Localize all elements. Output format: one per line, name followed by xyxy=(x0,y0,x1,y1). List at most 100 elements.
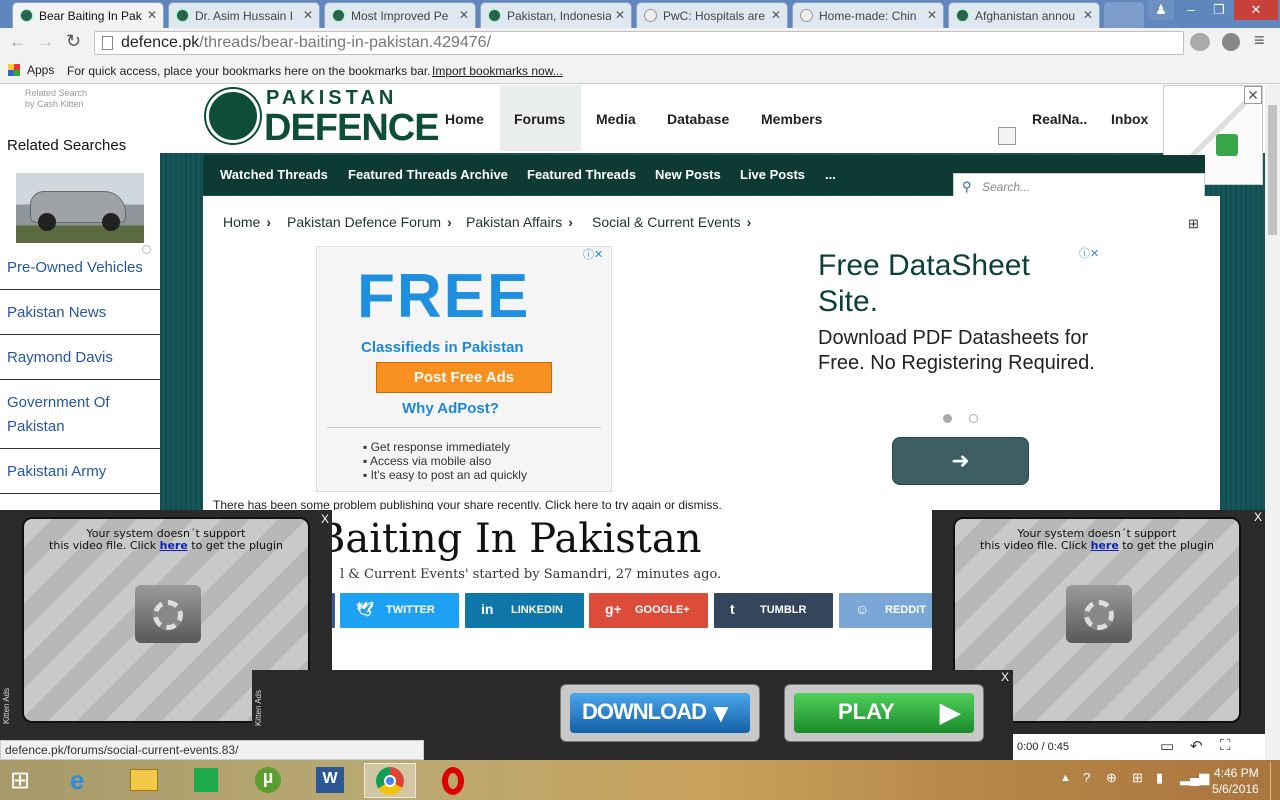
datasheet-ad[interactable]: ⓘ✕ Free DataSheet Site. Download PDF Dat… xyxy=(803,246,1113,492)
new-tab-button[interactable] xyxy=(1104,2,1144,28)
breadcrumb-social-current-events[interactable]: Social & Current Events › xyxy=(592,214,751,230)
clock-time[interactable]: 4:46 PM xyxy=(1214,766,1259,780)
tray-chevron-icon[interactable]: ▲ xyxy=(1060,772,1071,784)
google-plus-share-button[interactable]: g+ GOOGLE+ xyxy=(589,593,708,628)
plugin-here-link[interactable]: here xyxy=(160,539,188,552)
subnav-featured-threads-archive[interactable]: Featured Threads Archive xyxy=(348,167,508,182)
close-bottom-ad-button[interactable]: X xyxy=(1001,670,1009,684)
tumblr-share-button[interactable]: t TUMBLR xyxy=(714,593,833,628)
page-scrollbar[interactable] xyxy=(1265,85,1280,510)
reload-icon[interactable]: ↻ xyxy=(66,31,81,52)
nav-forums[interactable]: Forums xyxy=(514,111,565,127)
reddit-share-button[interactable]: ☺ REDDIT xyxy=(839,593,932,628)
close-tab-icon[interactable]: ✕ xyxy=(771,8,781,22)
user-account-link[interactable]: RealNa.. xyxy=(1032,111,1087,127)
related-link-raymond-davis[interactable]: Raymond Davis xyxy=(7,349,113,366)
network-globe-icon[interactable]: ⊕ xyxy=(1106,770,1117,786)
close-tab-icon[interactable]: ✕ xyxy=(927,8,937,22)
help-tray-icon[interactable]: ? xyxy=(1083,770,1090,785)
address-bar[interactable]: defence.pk/threads/bear-baiting-in-pakis… xyxy=(94,31,1184,55)
nav-members[interactable]: Members xyxy=(761,111,822,127)
close-tab-icon[interactable]: ✕ xyxy=(459,8,469,22)
nav-database[interactable]: Database xyxy=(667,111,729,127)
carousel-dot[interactable] xyxy=(969,414,978,423)
back-icon[interactable]: ← xyxy=(9,32,26,52)
show-desktop-button[interactable] xyxy=(1270,762,1280,800)
ad-datasheet-title[interactable]: Free DataSheet Site. xyxy=(818,248,1088,320)
clock-date[interactable]: 5/6/2016 xyxy=(1212,782,1259,796)
suv-thumbnail-image[interactable] xyxy=(16,173,144,243)
related-link-government-of-pakistan[interactable]: Government Of xyxy=(7,394,110,411)
close-tab-icon[interactable]: ✕ xyxy=(615,8,625,22)
download-button[interactable]: DOWNLOAD ▼ xyxy=(560,684,760,742)
battery-icon[interactable]: ▮ xyxy=(1156,770,1163,786)
close-video-popup-button[interactable]: X xyxy=(321,512,329,526)
opera-icon[interactable] xyxy=(428,763,480,798)
tab-pakistan-indonesia[interactable]: Pakistan, Indonesia ✕ xyxy=(480,2,632,28)
twitter-share-button[interactable]: 🕊 TWITTER xyxy=(340,593,459,628)
nav-home[interactable]: Home xyxy=(445,111,484,127)
extension-icon[interactable] xyxy=(1190,33,1210,51)
pwc-favicon-icon xyxy=(644,9,657,22)
sitemap-icon[interactable]: ⊞ xyxy=(1188,216,1199,232)
pakistan-defence-emblem-icon[interactable] xyxy=(206,89,260,143)
extension-gear-icon[interactable] xyxy=(1222,33,1240,51)
chrome-taskbar-icon[interactable] xyxy=(364,763,416,798)
tab-most-improved[interactable]: Most Improved Pe ✕ xyxy=(324,2,476,28)
related-link-pre-owned-vehicles[interactable]: Pre-Owned Vehicles xyxy=(7,259,143,276)
related-link-government-of-pakistan-line2[interactable]: Pakistan xyxy=(7,418,65,435)
breadcrumb-pakistan-affairs[interactable]: Pakistan Affairs › xyxy=(466,214,573,230)
logo-bottom-text[interactable]: DEFENCE xyxy=(264,107,440,150)
ad-choices-icon[interactable]: ⓘ✕ xyxy=(583,246,603,262)
replay-icon[interactable]: ↶ xyxy=(1190,737,1203,755)
carousel-dot-active[interactable] xyxy=(943,414,952,423)
tab-afghanistan[interactable]: Afghanistan annou ✕ xyxy=(948,2,1100,28)
subnav-more[interactable]: ... xyxy=(825,167,836,182)
word-icon[interactable]: W xyxy=(304,763,356,798)
post-free-ads-button[interactable]: Post Free Ads xyxy=(376,362,552,393)
tab-asim-hussain[interactable]: Dr. Asim Hussain I ✕ xyxy=(168,2,320,28)
inbox-link[interactable]: Inbox xyxy=(1111,111,1148,127)
flag-tray-icon[interactable]: ⊞ xyxy=(1132,770,1143,786)
ad-go-arrow-button[interactable]: ➜ xyxy=(892,437,1029,485)
fullscreen-icon[interactable]: ⛶ xyxy=(1220,737,1231,754)
play-button[interactable]: PLAY ▶ xyxy=(784,684,984,742)
tab-bear-baiting[interactable]: Bear Baiting In Pak ✕ xyxy=(12,2,164,28)
forward-icon[interactable]: → xyxy=(37,32,54,52)
close-tab-icon[interactable]: ✕ xyxy=(1083,8,1093,22)
menu-icon[interactable]: ≡ xyxy=(1254,30,1265,51)
internet-explorer-icon[interactable]: e xyxy=(56,763,108,798)
wifi-signal-icon[interactable]: ▂▄▆ xyxy=(1180,770,1209,786)
subnav-new-posts[interactable]: New Posts xyxy=(655,167,721,182)
minimize-button[interactable]: ‒ xyxy=(1178,0,1204,20)
linkedin-share-button[interactable]: in LINKEDIN xyxy=(465,593,584,628)
peel-ad-close-button[interactable]: ✕ xyxy=(1244,86,1262,104)
subnav-watched-threads[interactable]: Watched Threads xyxy=(220,167,328,182)
subnav-featured-threads[interactable]: Featured Threads xyxy=(527,167,636,182)
utorrent-icon[interactable]: µ xyxy=(242,763,294,798)
close-tab-icon[interactable]: ✕ xyxy=(303,8,313,22)
nav-media[interactable]: Media xyxy=(596,111,636,127)
windows-start-icon[interactable]: ⊞ xyxy=(10,766,30,795)
plugin-here-link[interactable]: here xyxy=(1091,539,1119,552)
pip-icon[interactable]: ▭ xyxy=(1160,737,1174,755)
related-link-pakistani-army[interactable]: Pakistani Army xyxy=(7,463,106,480)
import-bookmarks-link[interactable]: Import bookmarks now... xyxy=(432,64,563,78)
related-link-pakistan-news[interactable]: Pakistan News xyxy=(7,304,106,321)
apps-link[interactable]: Apps xyxy=(27,63,54,77)
breadcrumb-pakistan-defence-forum[interactable]: Pakistan Defence Forum › xyxy=(287,214,452,230)
windows-store-icon[interactable] xyxy=(180,763,232,798)
tab-pwc-hospitals[interactable]: PwC: Hospitals are ✕ xyxy=(636,2,788,28)
ad-info-icon[interactable] xyxy=(142,245,151,254)
breadcrumb-home[interactable]: Home › xyxy=(223,214,271,230)
subnav-live-posts[interactable]: Live Posts xyxy=(740,167,805,182)
file-explorer-icon[interactable] xyxy=(118,763,170,798)
close-tab-icon[interactable]: ✕ xyxy=(147,8,157,22)
profile-icon[interactable]: ♟ xyxy=(1148,0,1174,20)
restore-button[interactable]: ❐ xyxy=(1206,0,1232,20)
adpost-ad[interactable]: ⓘ✕ FREE Classifieds in Pakistan Post Fre… xyxy=(316,246,612,492)
tab-home-made[interactable]: Home-made: Chin ✕ xyxy=(792,2,944,28)
page-scrollbar-lower[interactable] xyxy=(1265,510,1280,760)
close-window-button[interactable]: ✕ xyxy=(1234,0,1278,20)
close-video-popup-button[interactable]: X xyxy=(1254,510,1262,524)
